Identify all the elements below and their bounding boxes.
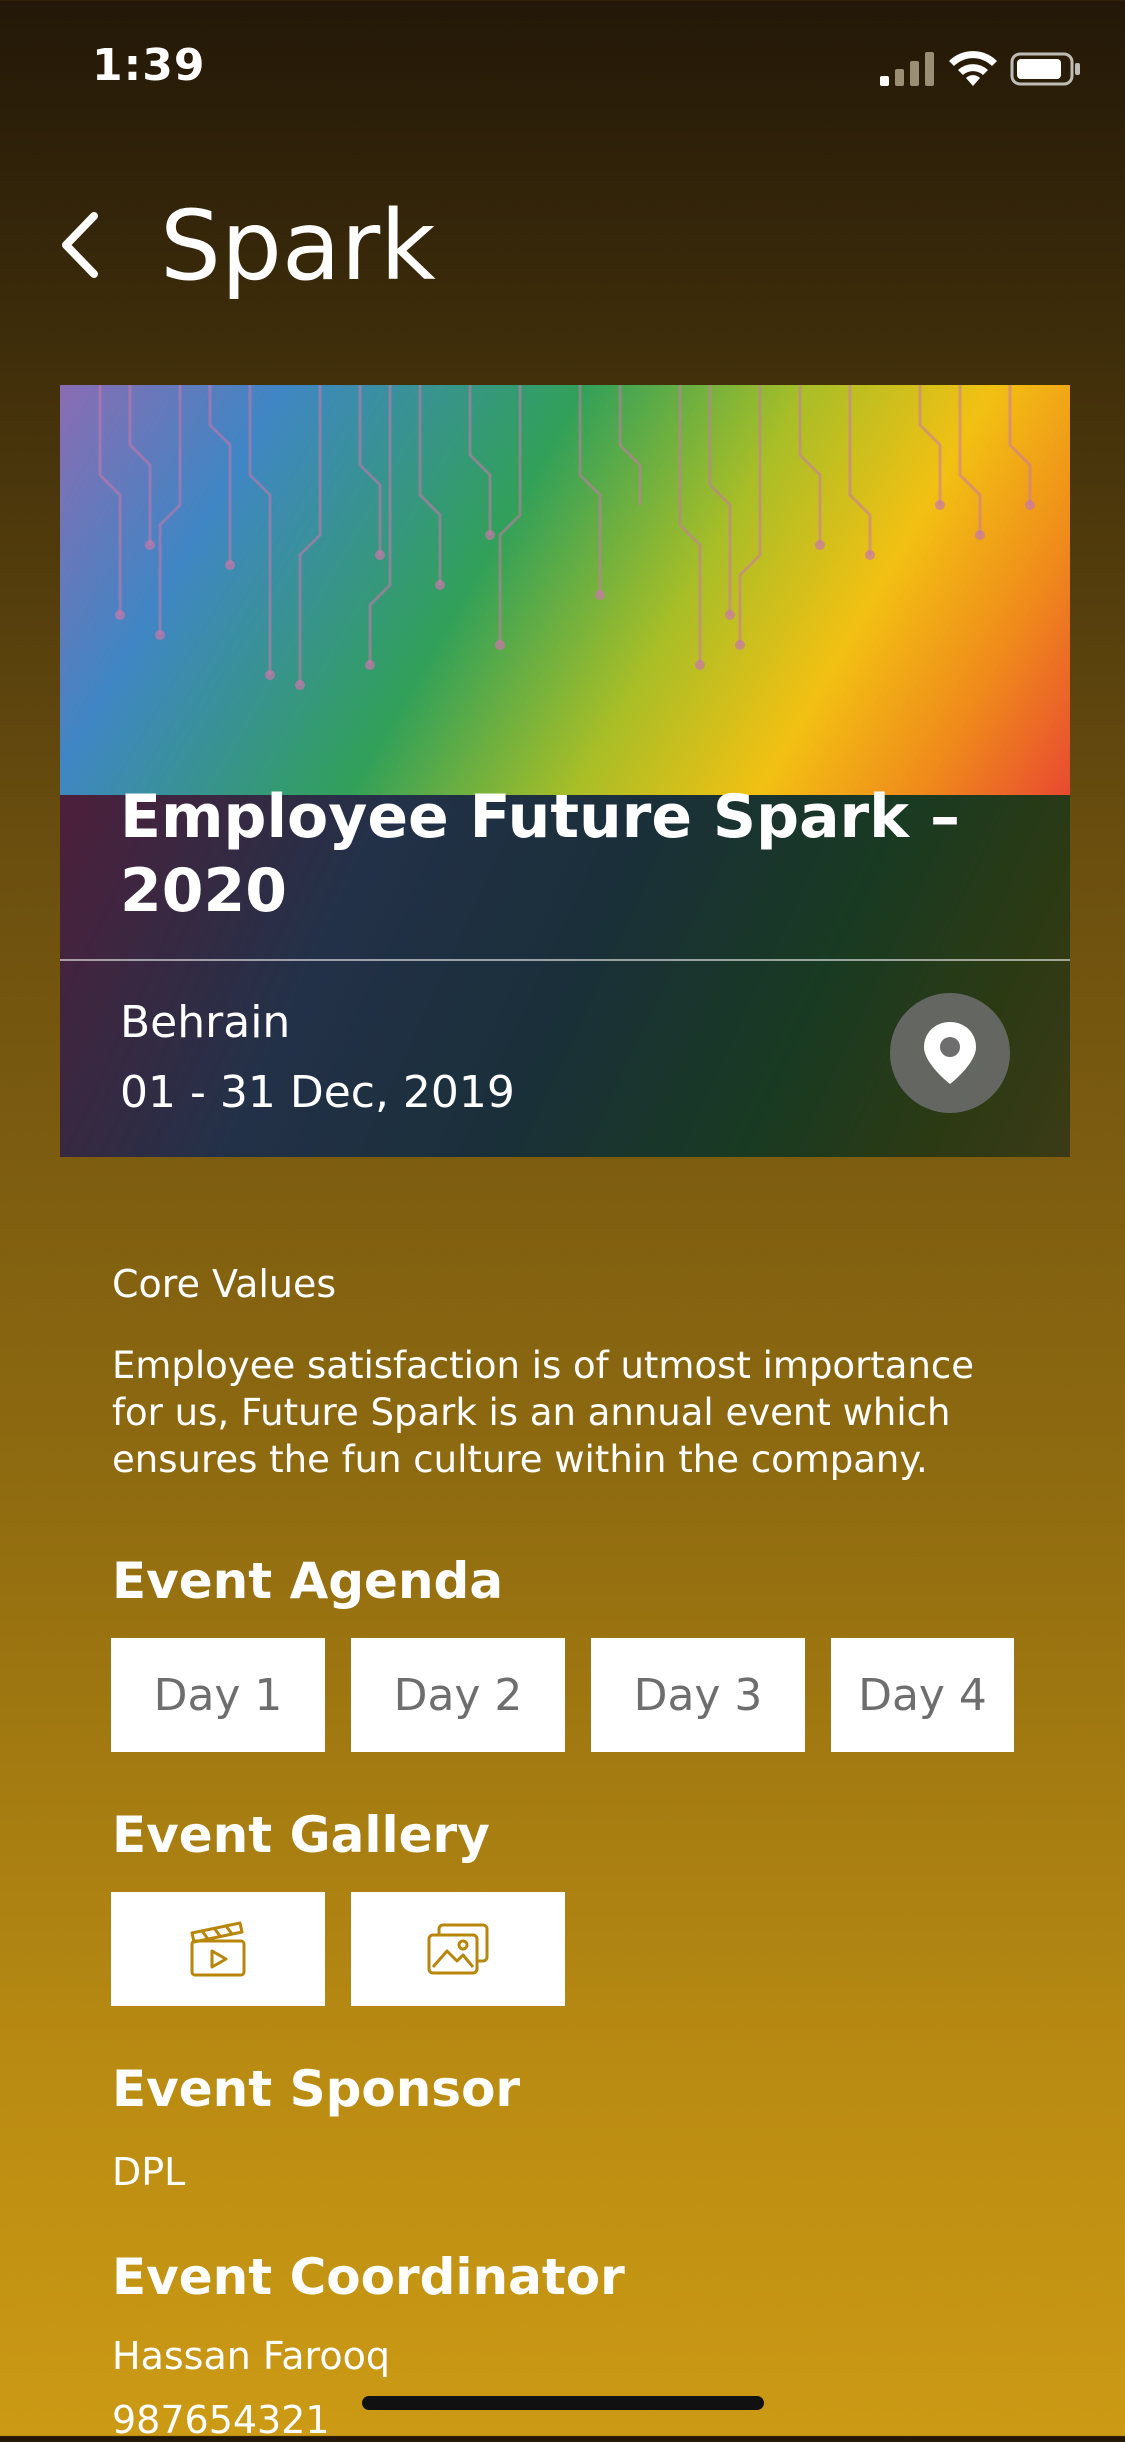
event-card[interactable]: Employee Future Spark – 2020 Behrain 01 … — [60, 385, 1070, 1157]
event-agenda-heading: Event Agenda — [112, 1552, 504, 1610]
event-title: Employee Future Spark – 2020 — [120, 782, 960, 926]
day-1-button[interactable]: Day 1 — [111, 1638, 325, 1752]
battery-icon — [1010, 52, 1080, 86]
event-date: 01 - 31 Dec, 2019 — [120, 1067, 515, 1118]
circuit-pattern-decoration — [98, 385, 1035, 690]
coordinator-phone[interactable]: 987654321 — [112, 2398, 330, 2442]
status-time: 1:39 — [92, 40, 206, 91]
core-values-text: Employee satisfaction is of utmost impor… — [112, 1344, 975, 1481]
video-gallery-button[interactable] — [111, 1892, 325, 2006]
home-indicator — [362, 2396, 764, 2410]
sponsor-name: DPL — [112, 2150, 186, 2194]
page-title: Spark — [160, 190, 436, 302]
location-pin-button[interactable] — [890, 993, 1010, 1113]
back-button[interactable] — [50, 205, 110, 285]
chevron-left-icon — [62, 212, 98, 278]
photos-icon — [427, 1923, 489, 1975]
cellular-signal-icon — [880, 52, 934, 86]
coordinator-name: Hassan Farooq — [112, 2334, 390, 2378]
status-bar: 1:39 — [0, 0, 1125, 140]
event-sponsor-heading: Event Sponsor — [112, 2060, 521, 2118]
event-location: Behrain — [120, 997, 291, 1048]
event-banner-image — [60, 385, 1070, 795]
wifi-icon — [949, 51, 997, 86]
photo-gallery-button[interactable] — [351, 1892, 565, 2006]
day-4-button[interactable]: Day 4 — [831, 1638, 1014, 1752]
day-2-button[interactable]: Day 2 — [351, 1638, 565, 1752]
event-gallery-heading: Event Gallery — [112, 1806, 490, 1864]
divider — [60, 959, 1070, 961]
day-3-button[interactable]: Day 3 — [591, 1638, 805, 1752]
event-coordinator-heading: Event Coordinator — [112, 2248, 625, 2306]
location-pin-icon — [924, 1022, 976, 1084]
video-clapper-icon — [190, 1921, 246, 1977]
core-values-label: Core Values — [112, 1262, 337, 1306]
